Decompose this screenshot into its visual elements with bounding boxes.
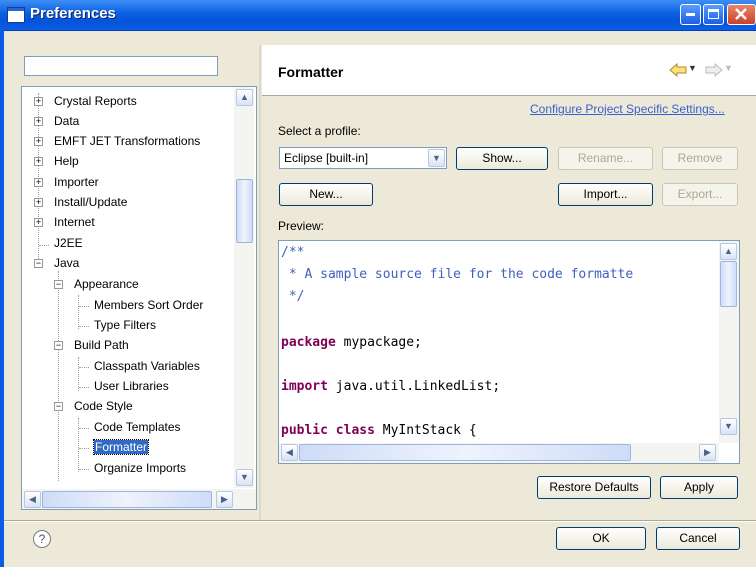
code-line: /** [281,245,305,260]
scroll-up-icon[interactable]: ▲ [720,243,737,260]
minimize-button[interactable] [680,4,701,25]
code-keyword: import [281,379,328,394]
scroll-right-icon[interactable]: ▶ [699,444,716,461]
close-button[interactable] [727,4,756,25]
tree-vertical-scrollbar[interactable]: ▲ ▼ [234,87,254,488]
expand-icon[interactable]: + [34,137,43,146]
tree-item-type-filters[interactable]: Type Filters [74,317,156,333]
window-title: Preferences [30,5,116,22]
restore-defaults-button[interactable]: Restore Defaults [537,476,651,499]
tree-hscroll-thumb[interactable] [42,491,212,508]
profile-select-value: Eclipse [built-in] [284,151,369,165]
scroll-down-icon[interactable]: ▼ [720,418,737,435]
tree-line [58,271,59,481]
code-line: */ [281,289,305,304]
export-button[interactable]: Export... [662,183,738,206]
forward-dropdown-icon[interactable]: ▼ [724,63,733,73]
tree-item-java[interactable]: − Java [34,255,79,271]
new-button[interactable]: New... [279,183,373,206]
collapse-icon[interactable]: − [54,402,63,411]
tree-item-organize-imports[interactable]: Organize Imports [74,460,186,476]
maximize-button[interactable] [703,4,724,25]
question-circle-icon[interactable]: ? [33,530,51,548]
tree-item-help[interactable]: + Help [34,153,79,169]
close-icon [735,8,747,20]
preview-vertical-scrollbar[interactable]: ▲ ▼ [719,241,739,443]
tree-item-importer[interactable]: + Importer [34,174,99,190]
rename-button[interactable]: Rename... [558,147,653,170]
profile-select[interactable]: Eclipse [built-in] ▼ [279,147,447,169]
tree-item-crystal-reports[interactable]: + Crystal Reports [34,93,137,109]
preview-label: Preview: [278,219,325,233]
window-icon [7,7,25,23]
tree-item-emft-jet[interactable]: + EMFT JET Transformations [34,133,200,149]
scroll-right-icon[interactable]: ▶ [216,491,233,508]
scroll-left-icon[interactable]: ◀ [281,444,298,461]
pane-splitter[interactable] [259,45,261,520]
tree-horizontal-scrollbar[interactable]: ◀ ▶ [22,489,256,509]
tree-item-members-sort-order[interactable]: Members Sort Order [74,297,203,313]
code-line: * A sample source file for the code form… [281,267,634,282]
expand-icon[interactable]: + [34,178,43,187]
tree-item-code-templates[interactable]: Code Templates [74,419,181,435]
cancel-button[interactable]: Cancel [656,527,740,550]
code-keyword: public class [281,423,375,438]
scroll-down-icon[interactable]: ▼ [236,469,253,486]
page-title: Formatter [278,64,344,80]
window-frame [0,30,4,567]
chevron-down-icon[interactable]: ▼ [428,149,445,167]
tree-item-install-update[interactable]: + Install/Update [34,194,127,210]
title-bar[interactable]: Preferences [0,0,756,31]
arrow-right-icon[interactable] [705,63,723,77]
arrow-left-icon[interactable] [669,63,687,77]
import-button[interactable]: Import... [558,183,653,206]
collapse-icon[interactable]: − [54,280,63,289]
remove-button[interactable]: Remove [662,147,738,170]
tree-item-appearance[interactable]: − Appearance [54,276,139,292]
tree-item-internet[interactable]: + Internet [34,214,95,230]
expand-icon[interactable]: + [34,117,43,126]
expand-icon[interactable]: + [34,97,43,106]
preference-tree[interactable]: + Crystal Reports + Data + EMFT JET Transfo… [21,86,257,510]
code-keyword: package [281,335,336,350]
tree-item-classpath-variables[interactable]: Classpath Variables [74,358,200,374]
tree-item-data[interactable]: + Data [34,113,79,129]
preview-hscroll-thumb[interactable] [299,444,631,461]
project-settings-link[interactable]: Configure Project Specific Settings... [530,102,725,116]
scroll-left-icon[interactable]: ◀ [24,491,41,508]
collapse-icon[interactable]: − [34,259,43,268]
tree-item-build-path[interactable]: − Build Path [54,337,129,353]
show-button[interactable]: Show... [456,147,548,170]
filter-input[interactable] [24,56,218,76]
back-dropdown-icon[interactable]: ▼ [688,63,697,73]
profile-label: Select a profile: [278,124,361,138]
ok-button[interactable]: OK [556,527,646,550]
code-preview[interactable]: /** * A sample source file for the code … [278,240,740,464]
tree-item-j2ee[interactable]: J2EE [34,235,83,251]
scroll-up-icon[interactable]: ▲ [236,89,253,106]
footer-separator [4,520,756,522]
tree-item-formatter[interactable]: Formatter [74,439,150,455]
apply-button[interactable]: Apply [660,476,738,499]
tree-item-user-libraries[interactable]: User Libraries [74,378,169,394]
tree-scroll-thumb[interactable] [236,179,253,243]
preview-horizontal-scrollbar[interactable]: ◀ ▶ [279,443,719,463]
tree-item-code-style[interactable]: − Code Style [54,398,133,414]
expand-icon[interactable]: + [34,157,43,166]
preview-scroll-thumb[interactable] [720,261,737,307]
expand-icon[interactable]: + [34,218,43,227]
expand-icon[interactable]: + [34,198,43,207]
collapse-icon[interactable]: − [54,341,63,350]
